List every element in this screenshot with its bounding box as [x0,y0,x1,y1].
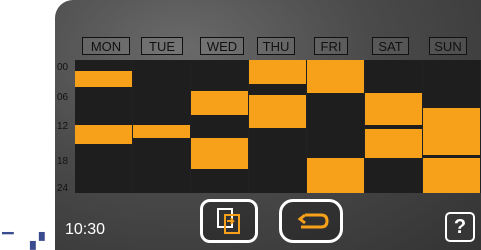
back-arrow-icon [297,213,329,229]
hour-label: 24 [57,183,69,194]
active-period[interactable] [133,125,190,138]
hour-label: 06 [57,92,69,103]
hour-label: 00 [57,62,69,73]
day-header-thu[interactable]: THU [257,37,295,55]
active-period[interactable] [307,158,364,193]
day-header-tue[interactable]: TUE [141,37,183,55]
background-graphic: ▔ ▗▘ [2,232,54,250]
clock-display: 10:30 [65,221,106,238]
copy-icon [217,208,240,234]
day-header-mon[interactable]: MON [82,37,130,55]
day-column-sat[interactable] [365,60,422,193]
active-period[interactable] [423,108,480,155]
day-column-mon[interactable] [75,60,132,193]
active-period[interactable] [365,93,422,125]
hour-label: 18 [57,156,69,167]
active-period[interactable] [191,138,248,169]
day-column-fri[interactable] [307,60,364,193]
weekly-schedule-grid [75,60,481,193]
active-period[interactable] [75,71,132,87]
day-header-wed[interactable]: WED [200,37,244,55]
help-button[interactable]: ? [445,212,475,242]
active-period[interactable] [249,60,306,84]
day-column-wed[interactable] [191,60,248,193]
day-column-tue[interactable] [133,60,190,193]
device-screen: MON TUE WED THU FRI SAT SUN 00 06 12 18 24 10:30 ? [55,0,481,250]
active-period[interactable] [191,91,248,115]
day-header-sun[interactable]: SUN [429,37,467,55]
day-column-sun[interactable] [423,60,480,193]
day-header-fri[interactable]: FRI [314,37,348,55]
active-period[interactable] [249,95,306,128]
hour-label: 12 [57,121,69,132]
back-button[interactable] [279,199,343,243]
day-header-sat[interactable]: SAT [372,37,409,55]
copy-day-button[interactable] [200,199,258,243]
active-period[interactable] [75,125,132,144]
day-column-thu[interactable] [249,60,306,193]
active-period[interactable] [307,60,364,93]
active-period[interactable] [423,158,480,193]
active-period[interactable] [365,129,422,158]
